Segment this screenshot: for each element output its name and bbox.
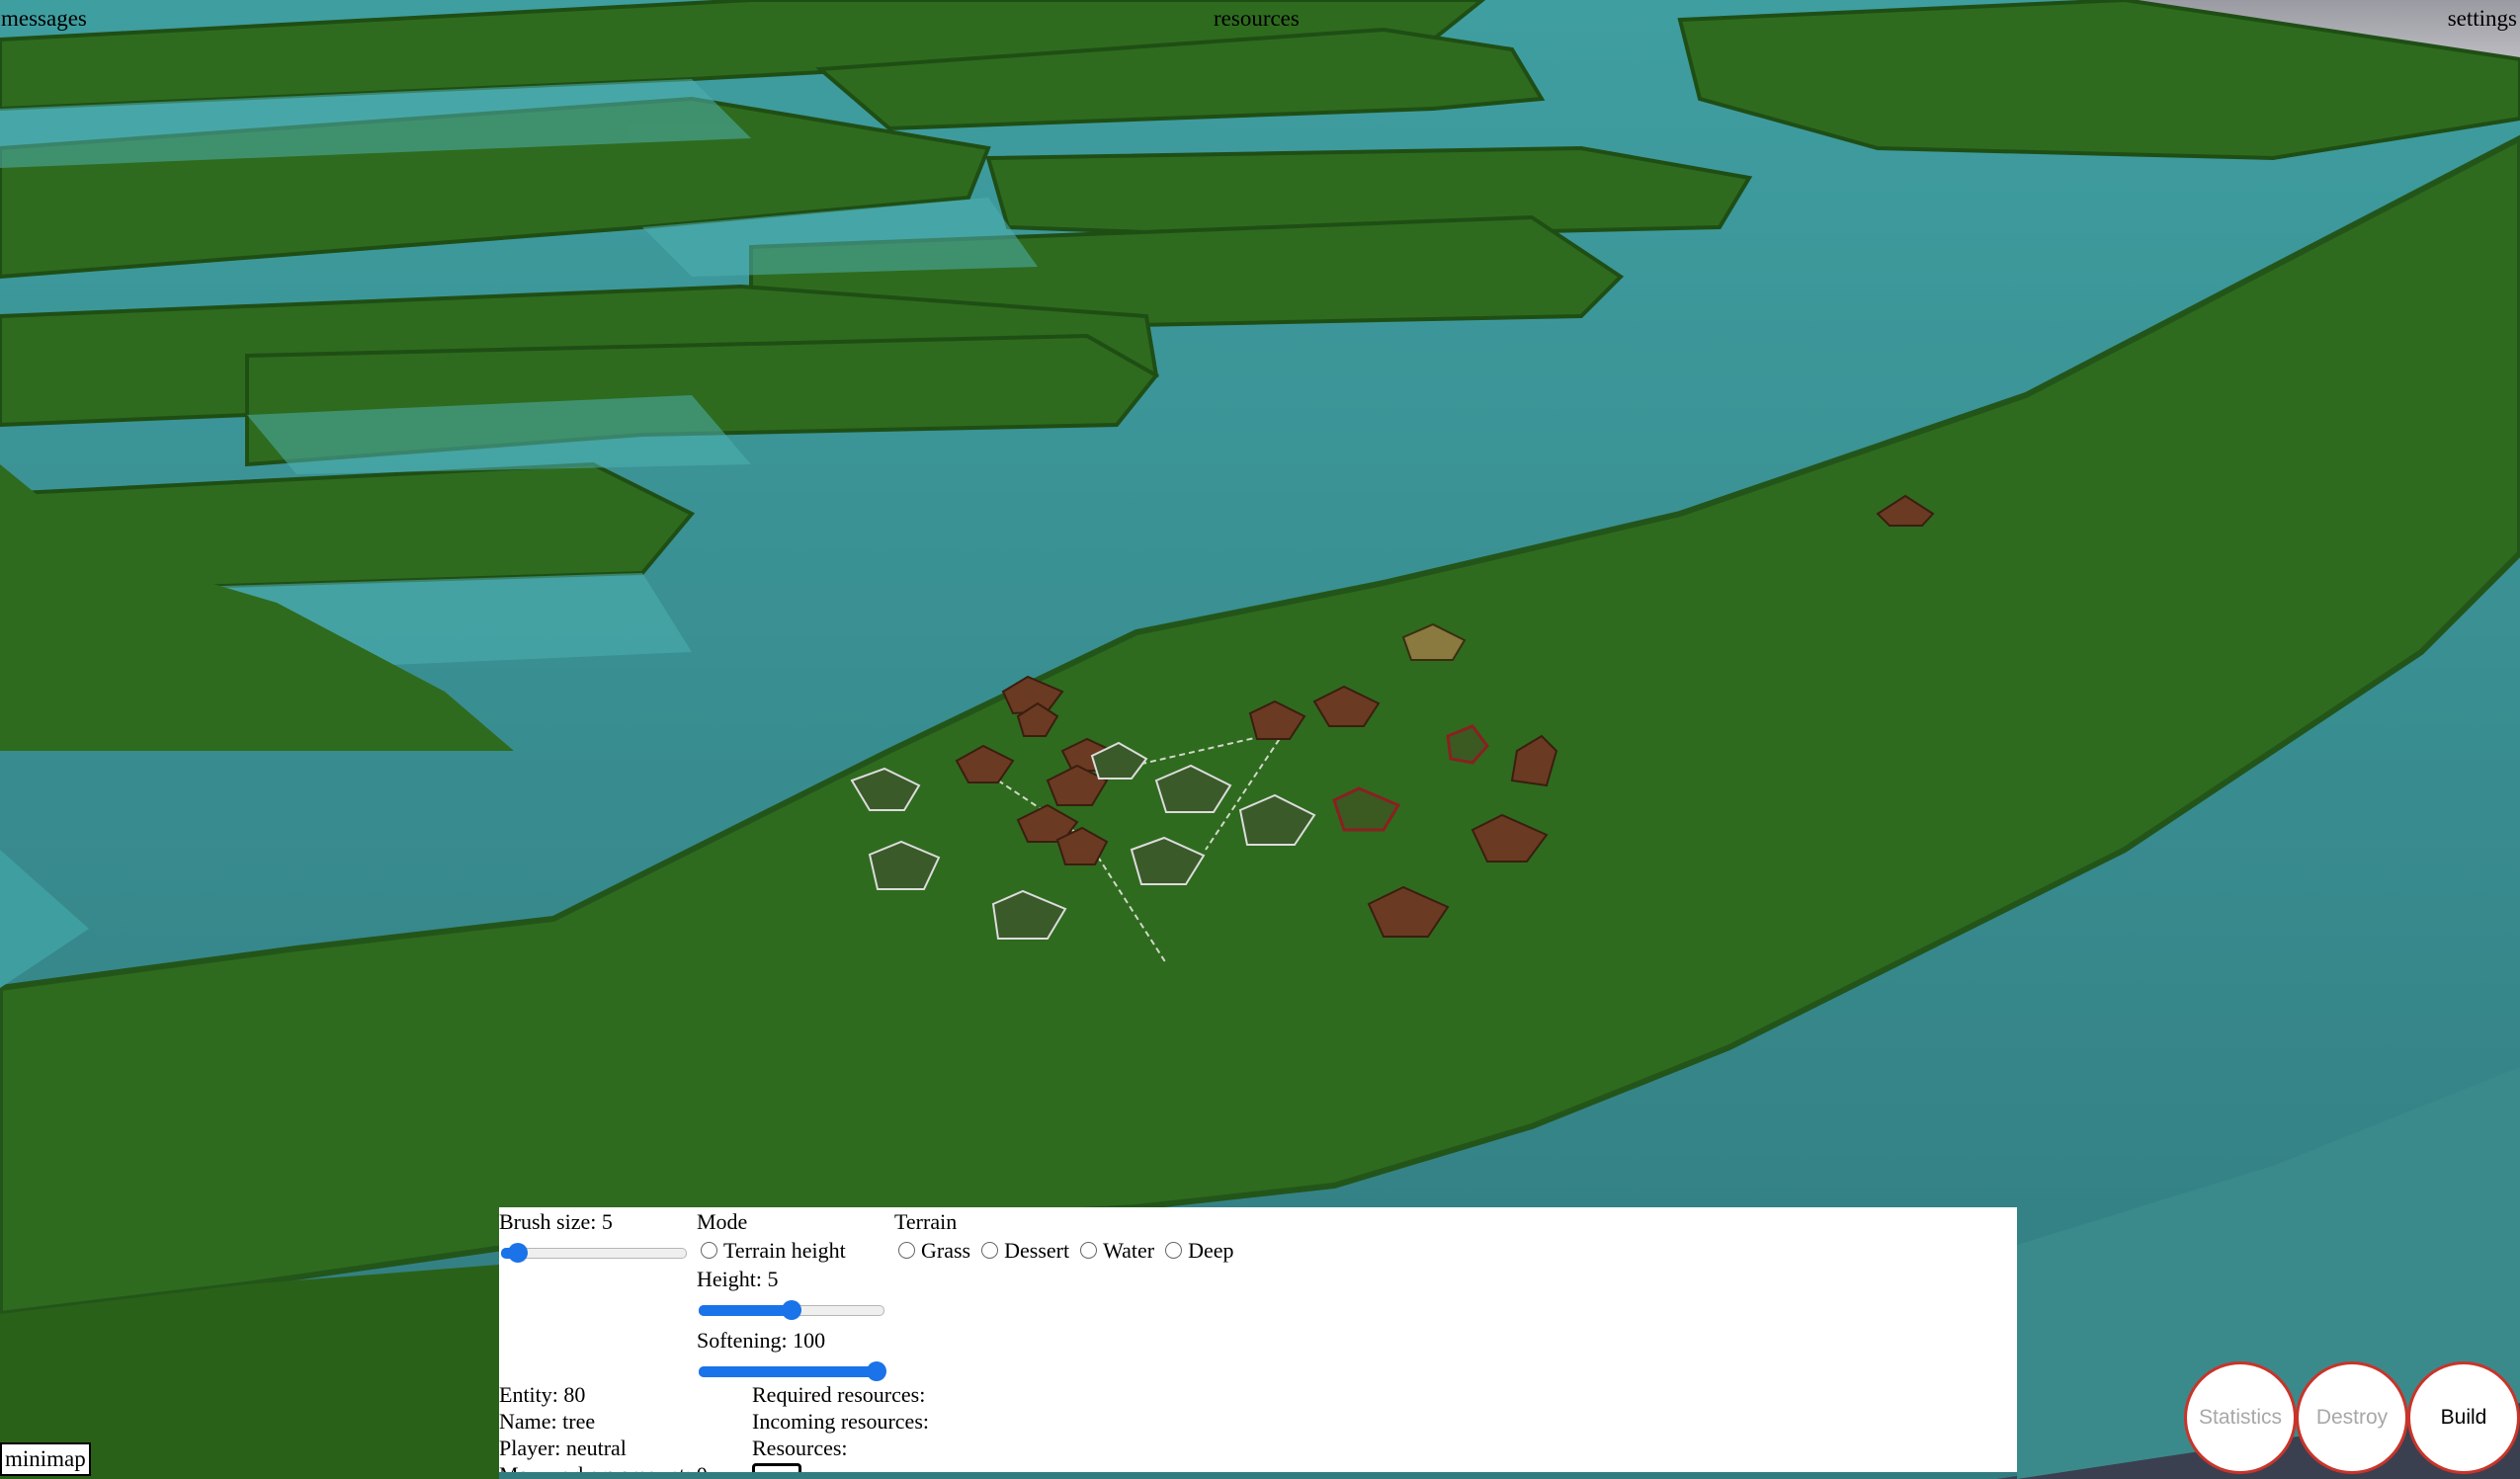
terrain-option-deep[interactable]: Deep [1161,1238,1240,1263]
terrain-option-water[interactable]: Water [1076,1238,1161,1263]
slider-thumb[interactable] [507,1243,528,1263]
resources-label: Resources: [752,1436,848,1460]
destroy-button[interactable]: Destroy [2296,1361,2408,1474]
mode-option-label: Terrain height [723,1238,846,1263]
slider-fill [699,1366,877,1377]
settings-link[interactable]: settings [2448,7,2517,30]
terrain-option-label: Grass [921,1238,971,1263]
messages-link[interactable]: messages [1,7,87,30]
slider-thumb[interactable] [782,1300,801,1320]
statistics-button[interactable]: Statistics [2184,1361,2297,1474]
brush-size-label: Brush size: 5 [499,1209,613,1234]
height-slider[interactable] [697,1293,886,1325]
entity-max-workers: Max workers amount: 0 [499,1461,708,1472]
terrain-option-grass[interactable]: Grass [894,1238,977,1263]
slider-fill [699,1305,792,1316]
required-resources-label: Required resources: [752,1382,926,1407]
terrain-option-dessert[interactable]: Dessert [977,1238,1076,1263]
radio-icon[interactable] [898,1242,915,1259]
entity-resources: Required resources: Incoming resources: … [752,1381,929,1461]
resources-link[interactable]: resources [1214,7,1300,30]
radio-icon[interactable] [701,1242,717,1259]
softening-label: Softening: 100 [697,1328,826,1353]
mode-column: Mode Terrain height Height: 5 Softening:… [697,1207,886,1386]
radio-icon[interactable] [1165,1242,1183,1259]
terrain-option-label: Dessert [1004,1238,1070,1263]
build-button[interactable]: Build [2407,1361,2520,1474]
minimap-toggle[interactable]: minimap [0,1442,91,1476]
workers-stepper[interactable] [752,1463,801,1472]
height-label: Height: 5 [697,1267,779,1291]
terrain-options: Grass Dessert Water Deep [894,1236,1241,1265]
terrain-option-label: Water [1103,1238,1155,1263]
mode-option-terrain-height[interactable]: Terrain height [697,1236,886,1265]
entity-name: Name: tree [499,1409,596,1434]
entity-player: Player: neutral [499,1436,627,1460]
slider-thumb[interactable] [867,1361,886,1381]
radio-icon[interactable] [981,1242,999,1259]
editor-panel: Brush size: 5 Mode Terrain height Height… [499,1207,2017,1472]
brush-size-slider[interactable] [499,1236,689,1268]
brush-column: Brush size: 5 [499,1207,689,1268]
incoming-resources-label: Incoming resources: [752,1409,929,1434]
slider-track [501,1248,687,1259]
entity-id: Entity: 80 [499,1382,586,1407]
terrain-label: Terrain [894,1209,958,1234]
radio-icon[interactable] [1080,1242,1098,1259]
entity-info: Entity: 80 Name: tree Player: neutral Ma… [499,1381,708,1472]
mode-label: Mode [697,1209,748,1234]
terrain-option-label: Deep [1188,1238,1234,1263]
terrain-column: Terrain Grass Dessert Water Deep [894,1207,1241,1265]
